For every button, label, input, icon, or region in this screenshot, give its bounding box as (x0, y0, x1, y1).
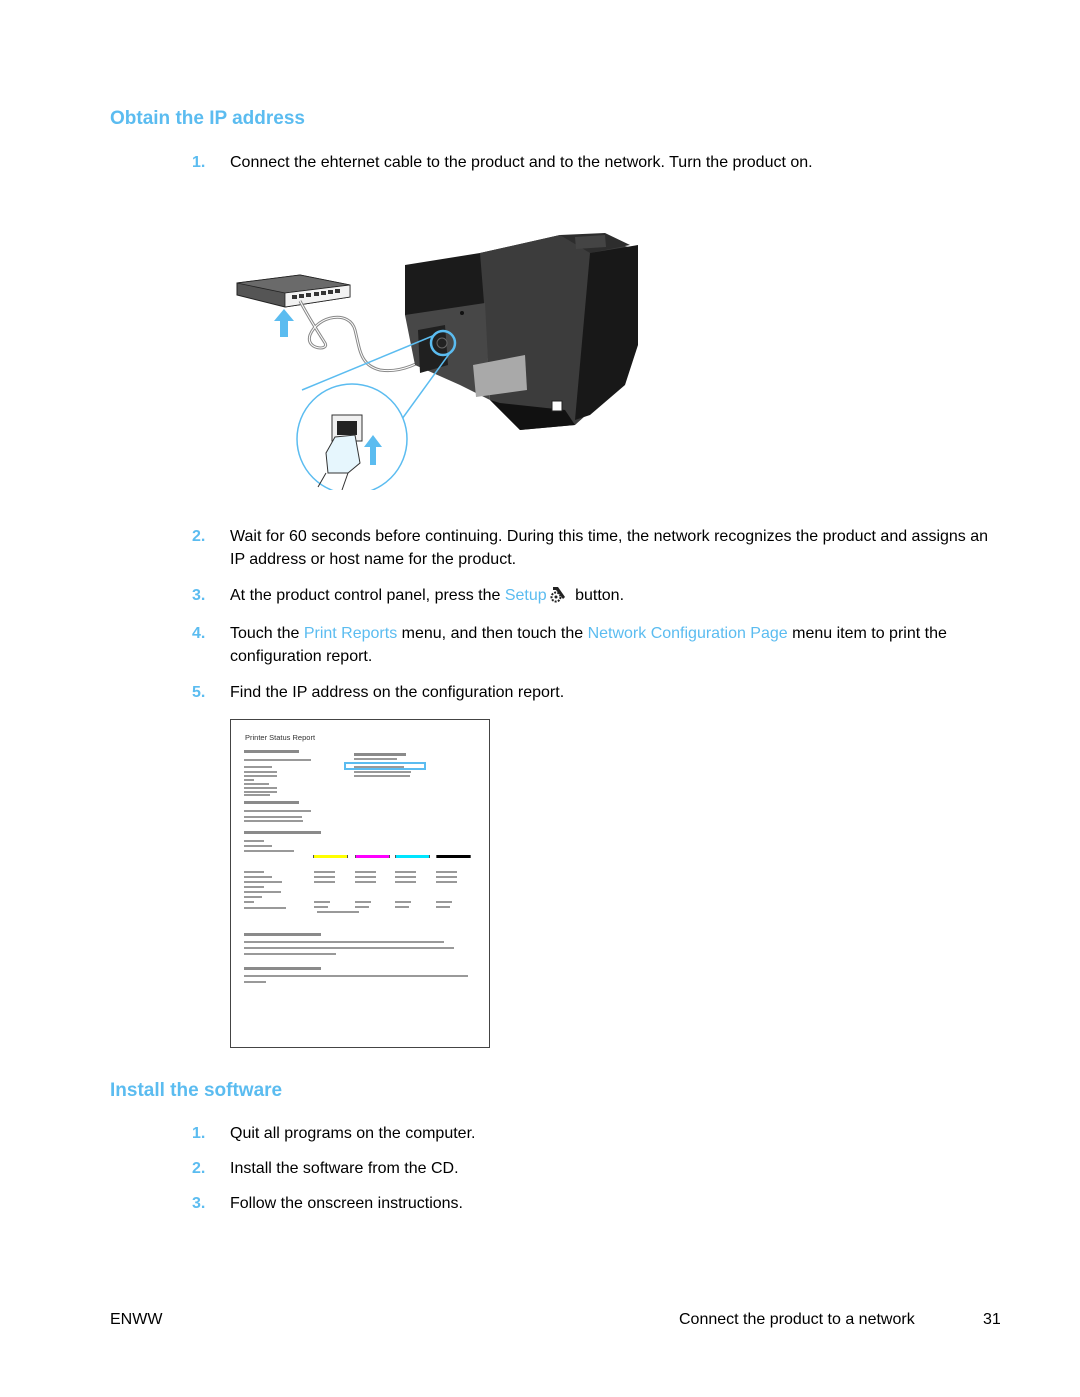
step-number: 2. (192, 528, 206, 545)
magenta-ink-swatch (355, 855, 390, 858)
page-number: 31 (983, 1311, 1001, 1328)
network-configuration-page-link[interactable]: Network Configuration Page (588, 625, 788, 642)
step-text: Wait for 60 seconds before continuing. D… (230, 528, 989, 568)
printer-status-report-illustration: Printer Status Report (230, 719, 490, 1048)
step-text: Connect the ehternet cable to the produc… (230, 154, 813, 171)
step-text: Touch the Print Reports menu, and then t… (230, 625, 947, 665)
footer-doc-id: ENWW (110, 1311, 163, 1328)
network-switch-icon (236, 274, 351, 308)
step-number: 1. (192, 154, 206, 171)
report-title: Printer Status Report (245, 733, 316, 742)
rj45-port-inset (296, 383, 408, 490)
step-number: 5. (192, 684, 206, 701)
network-connection-illustration (236, 233, 638, 490)
cyan-ink-swatch (395, 855, 430, 858)
print-reports-link[interactable]: Print Reports (304, 625, 397, 642)
section-heading-install-software: Install the software (110, 1080, 283, 1101)
step-number: 3. (192, 587, 206, 604)
yellow-ink-swatch (313, 855, 348, 858)
setup-wrench-gear-icon (550, 585, 568, 610)
step-text: Follow the onscreen instructions. (230, 1195, 463, 1212)
step-text: Install the software from the CD. (230, 1160, 459, 1177)
step-text: Quit all programs on the computer. (230, 1125, 476, 1142)
footer-section-title: Connect the product to a network (679, 1311, 915, 1328)
step-text: At the product control panel, press the … (230, 584, 990, 610)
arrow-up-icon (274, 309, 294, 337)
step-number: 2. (192, 1160, 206, 1177)
black-ink-swatch (436, 855, 471, 858)
step-number: 4. (192, 625, 206, 642)
setup-link[interactable]: Setup (505, 587, 547, 604)
step-text: Find the IP address on the configuration… (230, 684, 565, 701)
step-number: 1. (192, 1125, 206, 1142)
step-number: 3. (192, 1195, 206, 1212)
section-heading-obtain-ip: Obtain the IP address (110, 108, 305, 129)
